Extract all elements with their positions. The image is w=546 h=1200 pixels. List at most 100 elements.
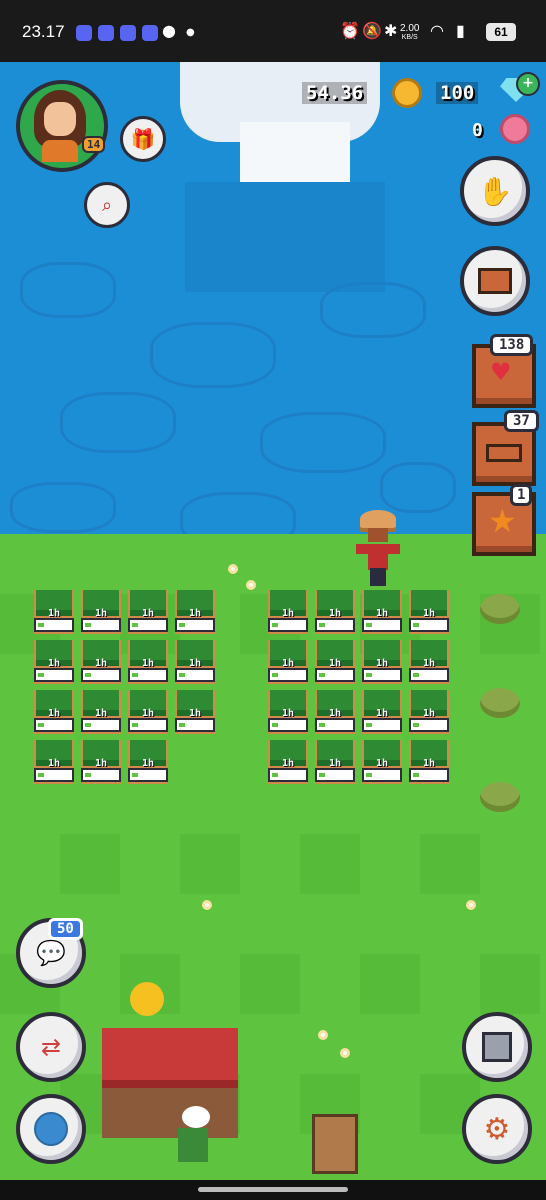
timer-label: 1h: [94, 608, 108, 619]
crop-plot[interactable]: 1h: [34, 640, 74, 684]
bag-icon: [486, 444, 522, 462]
crop-plot[interactable]: 1h: [409, 590, 449, 634]
tree-stump[interactable]: [480, 782, 520, 812]
growth-timer: 1h: [268, 658, 308, 682]
crop-plot[interactable]: 1h: [128, 640, 168, 684]
hand-tool-button[interactable]: ✋: [460, 156, 530, 226]
crop-plot[interactable]: 1h: [268, 690, 308, 734]
timer-label: 1h: [375, 758, 389, 769]
discord-icon: [98, 25, 114, 41]
crop-plot[interactable]: 1h: [409, 690, 449, 734]
crop-plot[interactable]: 1h: [34, 590, 74, 634]
crop-plot[interactable]: 1h: [128, 690, 168, 734]
timer-progress: [38, 673, 44, 677]
world-map-button[interactable]: [16, 1094, 86, 1164]
timer-label: 1h: [47, 708, 61, 719]
network-speed-unit: KB/S: [401, 34, 418, 41]
crop-plot[interactable]: 1h: [315, 690, 355, 734]
crop-plot[interactable]: 1h: [81, 740, 121, 784]
timer-progress: [38, 723, 44, 727]
flower-decoration: [340, 1048, 350, 1058]
crop-plot[interactable]: 1h: [409, 640, 449, 684]
crop-plot[interactable]: 1h: [362, 640, 402, 684]
crop-plot[interactable]: 1h: [81, 590, 121, 634]
flower-decoration: [202, 900, 212, 910]
growth-timer: 1h: [128, 608, 168, 632]
growth-timer: 1h: [362, 658, 402, 682]
plant-crate[interactable]: [312, 1114, 358, 1174]
growth-timer: 1h: [81, 758, 121, 782]
toolbox-button[interactable]: [460, 246, 530, 316]
crop-plot[interactable]: 1h: [409, 740, 449, 784]
game-view[interactable]: 1h 1h 1h 1h 1h 1h 1h 1h 1h 1h 1h 1h 1h 1h 1h 1h 1h 1h 1h 1…: [0, 62, 546, 1200]
magnifier-icon: ⌕: [101, 194, 113, 216]
timer-label: 1h: [141, 758, 155, 769]
crop-plot[interactable]: 1h: [128, 590, 168, 634]
timer-progress: [85, 773, 91, 777]
swap-arrows-icon: ⇄: [40, 1033, 62, 1061]
coin-icon: [392, 78, 422, 108]
globe-icon: [34, 1112, 68, 1146]
player-level-badge: 14: [82, 136, 106, 153]
trade-button[interactable]: ⇄: [16, 1012, 86, 1082]
timer-progress: [85, 623, 91, 627]
timer-label: 1h: [422, 758, 436, 769]
crop-plot[interactable]: 1h: [315, 590, 355, 634]
timer-progress: [413, 623, 419, 627]
home-gesture-handle[interactable]: [198, 1187, 348, 1192]
crop-plot[interactable]: 1h: [34, 740, 74, 784]
growth-timer: 1h: [175, 708, 215, 732]
timer-label: 1h: [422, 608, 436, 619]
growth-timer: 1h: [128, 658, 168, 682]
growth-timer: 1h: [362, 608, 402, 632]
timer-label: 1h: [94, 758, 108, 769]
crop-plot[interactable]: 1h: [268, 640, 308, 684]
growth-timer: 1h: [315, 658, 355, 682]
crop-plot[interactable]: 1h: [362, 690, 402, 734]
settings-button[interactable]: ⚙: [462, 1094, 532, 1164]
more-dot-icon: ●: [186, 27, 195, 38]
chef-character[interactable]: [168, 1106, 218, 1166]
timer-progress: [413, 773, 419, 777]
timer-label: 1h: [375, 658, 389, 669]
crop-plot[interactable]: 1h: [315, 640, 355, 684]
timer-progress: [179, 723, 185, 727]
timer-label: 1h: [328, 708, 342, 719]
timer-label: 1h: [422, 708, 436, 719]
scarecrow[interactable]: [356, 510, 400, 588]
flower-decoration: [246, 580, 256, 590]
crop-plot[interactable]: 1h: [175, 640, 215, 684]
chat-icon: 💬: [36, 939, 66, 967]
crop-plot[interactable]: 1h: [268, 590, 308, 634]
timer-label: 1h: [281, 658, 295, 669]
crop-plot[interactable]: 1h: [268, 740, 308, 784]
crop-plot[interactable]: 1h: [81, 690, 121, 734]
crop-plot[interactable]: 1h: [175, 590, 215, 634]
gems-count: 100: [436, 82, 479, 104]
timer-progress: [413, 723, 419, 727]
timer-progress: [413, 673, 419, 677]
crop-plot[interactable]: 1h: [128, 740, 168, 784]
add-gems-button[interactable]: +: [516, 72, 540, 96]
tree-stump[interactable]: [480, 594, 520, 624]
timer-label: 1h: [281, 758, 295, 769]
growth-timer: 1h: [409, 658, 449, 682]
growth-timer: 1h: [315, 608, 355, 632]
crop-plot[interactable]: 1h: [175, 690, 215, 734]
crop-plot[interactable]: 1h: [34, 690, 74, 734]
timer-progress: [319, 623, 325, 627]
timer-label: 1h: [375, 608, 389, 619]
discord-icon: [142, 25, 158, 41]
search-button[interactable]: ⌕: [84, 182, 130, 228]
crop-plot[interactable]: 1h: [362, 740, 402, 784]
save-button[interactable]: [462, 1012, 532, 1082]
gift-button[interactable]: 🎁: [120, 116, 166, 162]
player-avatar[interactable]: [16, 80, 108, 172]
growth-timer: 1h: [409, 708, 449, 732]
discord-icon: [76, 25, 92, 41]
crop-plot[interactable]: 1h: [315, 740, 355, 784]
crop-plot[interactable]: 1h: [81, 640, 121, 684]
crop-plot[interactable]: 1h: [362, 590, 402, 634]
chat-bubble-icon: ●: [162, 21, 176, 40]
tree-stump[interactable]: [480, 688, 520, 718]
